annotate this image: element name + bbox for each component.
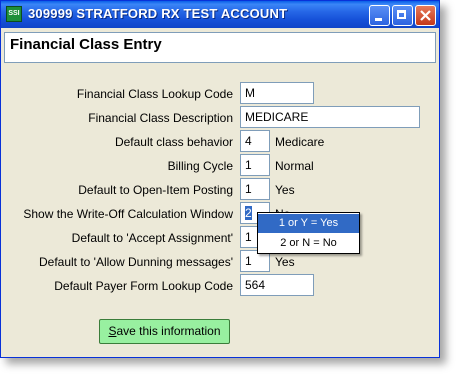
write-off-window-value: 2: [245, 206, 252, 220]
description-field[interactable]: MEDICARE: [240, 106, 420, 128]
accept-assignment-label: Default to 'Accept Assignment': [71, 231, 233, 245]
save-button[interactable]: Save this information: [99, 319, 230, 344]
minimize-button[interactable]: [369, 5, 390, 26]
lookup-code-field[interactable]: M: [240, 82, 314, 104]
default-behavior-field[interactable]: 4: [240, 130, 270, 152]
default-behavior-description: Medicare: [275, 135, 325, 149]
app-window: SSI 309999 STRATFORD RX TEST ACCOUNT Fin…: [0, 0, 440, 358]
allow-dunning-label: Default to 'Allow Dunning messages': [38, 255, 233, 269]
header-panel: Financial Class Entry: [4, 32, 436, 63]
billing-cycle-field[interactable]: 1: [240, 154, 270, 176]
maximize-button[interactable]: [392, 5, 413, 26]
save-button-label: ave this information: [116, 324, 221, 338]
option-dropdown[interactable]: 1 or Y = Yes 2 or N = No: [257, 212, 360, 254]
dropdown-option-no[interactable]: 2 or N = No: [258, 234, 359, 253]
payer-form-code-label: Default Payer Form Lookup Code: [54, 279, 233, 293]
description-label: Financial Class Description: [88, 111, 233, 125]
open-item-posting-field[interactable]: 1: [240, 178, 270, 200]
allow-dunning-description: Yes: [275, 255, 295, 269]
lookup-code-label: Financial Class Lookup Code: [76, 87, 233, 101]
window-title: 309999 STRATFORD RX TEST ACCOUNT: [28, 6, 288, 21]
page-title: Financial Class Entry: [10, 36, 162, 53]
open-item-posting-description: Yes: [275, 183, 295, 197]
app-icon: SSI: [6, 6, 22, 22]
billing-cycle-description: Normal: [275, 159, 314, 173]
billing-cycle-label: Billing Cycle: [167, 159, 233, 173]
payer-form-code-field[interactable]: 564: [240, 274, 314, 296]
default-behavior-label: Default class behavior: [114, 135, 233, 149]
close-icon: [420, 10, 431, 21]
open-item-posting-label: Default to Open-Item Posting: [78, 183, 233, 197]
write-off-window-label: Show the Write-Off Calculation Window: [23, 207, 233, 221]
title-bar[interactable]: SSI 309999 STRATFORD RX TEST ACCOUNT: [1, 1, 439, 28]
close-button[interactable]: [415, 5, 436, 26]
dropdown-option-yes[interactable]: 1 or Y = Yes: [258, 214, 359, 233]
